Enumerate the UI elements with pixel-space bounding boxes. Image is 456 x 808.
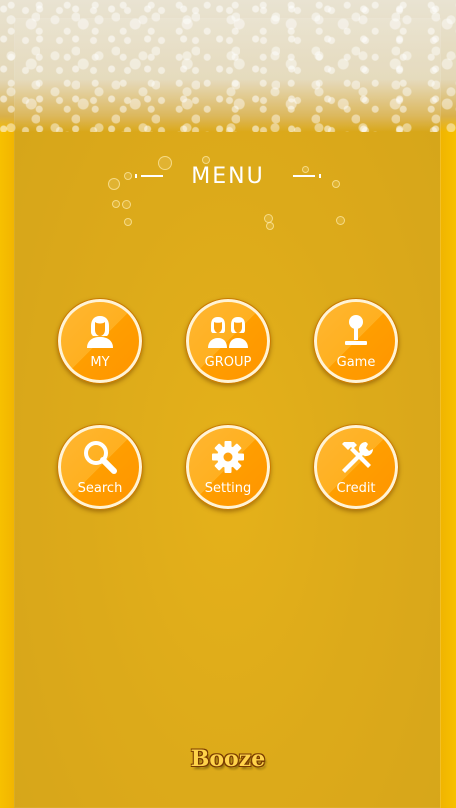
search-button[interactable]: Search [57, 424, 143, 510]
group-icon [208, 313, 248, 349]
my-button[interactable]: MY [57, 298, 143, 384]
page-title: MENU [191, 163, 265, 189]
menu-grid: MY GROUP Game Search Setting Credit [57, 298, 399, 510]
person-icon [80, 313, 120, 349]
bubble [112, 200, 120, 208]
title-dash-left [135, 174, 164, 178]
group-button[interactable]: GROUP [185, 298, 271, 384]
menu-label: GROUP [204, 355, 252, 370]
menu-label: Game [336, 355, 376, 370]
tools-icon [336, 439, 376, 475]
gear-icon [208, 439, 248, 475]
menu-label: MY [90, 355, 110, 370]
bubble [336, 216, 345, 225]
search-icon [80, 439, 120, 475]
joystick-icon [336, 313, 376, 349]
game-button[interactable]: Game [313, 298, 399, 384]
bubble [122, 200, 131, 209]
menu-label: Credit [336, 481, 376, 496]
booze-logo: Booze [190, 746, 266, 772]
credit-button[interactable]: Credit [313, 424, 399, 510]
title-dash-right [292, 174, 321, 178]
bubble [124, 218, 132, 226]
menu-header: MENU [0, 160, 456, 192]
bubble [266, 222, 274, 230]
setting-button[interactable]: Setting [185, 424, 271, 510]
menu-label: Search [77, 481, 123, 496]
menu-label: Setting [204, 481, 252, 496]
